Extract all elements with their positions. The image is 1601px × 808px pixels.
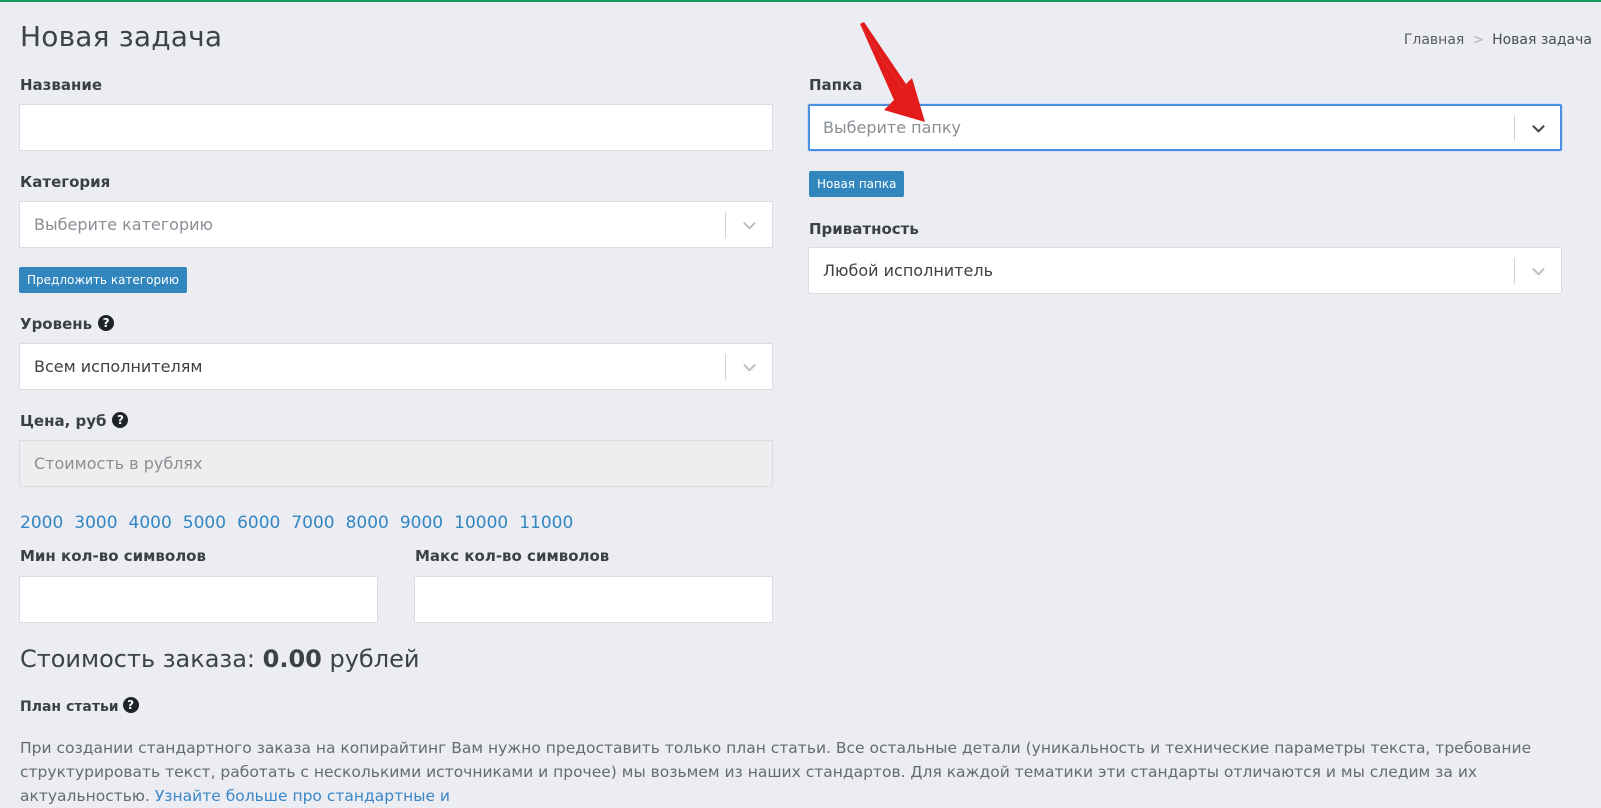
price-preset-link[interactable]: 5000 xyxy=(183,513,226,533)
breadcrumb: Главная > Новая задача xyxy=(1404,32,1592,48)
price-preset-link[interactable]: 4000 xyxy=(129,513,172,533)
price-placeholder: Стоимость в рублях xyxy=(34,454,203,473)
price-preset-link[interactable]: 7000 xyxy=(291,513,334,533)
breadcrumb-current: Новая задача xyxy=(1492,32,1592,48)
page-title: Новая задача xyxy=(20,20,223,53)
name-input[interactable] xyxy=(19,104,773,151)
order-total: Стоимость заказа: 0.00 рублей xyxy=(20,645,419,673)
max-chars-label: Макс кол-во символов xyxy=(415,547,610,565)
question-circle-icon[interactable]: ? xyxy=(98,314,115,331)
chevron-down-icon[interactable] xyxy=(1531,121,1546,136)
price-preset-link[interactable]: 8000 xyxy=(346,513,389,533)
select-divider xyxy=(725,354,726,380)
plan-label: План статьи? xyxy=(20,697,139,715)
price-preset-link[interactable]: 6000 xyxy=(237,513,280,533)
category-label: Категория xyxy=(20,173,111,191)
level-label: Уровень? xyxy=(20,314,115,333)
chevron-down-icon[interactable] xyxy=(742,218,757,233)
category-placeholder: Выберите категорию xyxy=(34,215,213,234)
breadcrumb-home-link[interactable]: Главная xyxy=(1404,32,1464,48)
price-label: Цена, руб? xyxy=(20,411,129,430)
plan-label-text: План статьи xyxy=(20,699,119,715)
privacy-value: Любой исполнитель xyxy=(823,261,993,280)
price-preset-link[interactable]: 3000 xyxy=(74,513,117,533)
price-preset-link[interactable]: 2000 xyxy=(20,513,63,533)
select-divider xyxy=(1514,258,1515,284)
breadcrumb-separator: > xyxy=(1472,32,1485,48)
category-select[interactable]: Выберите категорию xyxy=(19,201,773,248)
price-preset-link[interactable]: 9000 xyxy=(400,513,443,533)
total-amount: 0.00 xyxy=(262,645,322,673)
max-chars-input[interactable] xyxy=(414,576,773,623)
price-presets: 2000 3000 4000 5000 6000 7000 8000 9000 10000 110… xyxy=(20,513,584,533)
min-chars-label: Мин кол-во символов xyxy=(20,547,206,565)
price-input[interactable]: Стоимость в рублях xyxy=(19,440,773,487)
question-circle-icon[interactable]: ? xyxy=(122,697,139,713)
plan-description: При создании стандартного заказа на копи… xyxy=(20,736,1580,808)
price-preset-link[interactable]: 11000 xyxy=(519,513,573,533)
chevron-down-icon[interactable] xyxy=(1531,264,1546,279)
name-label: Название xyxy=(20,76,103,94)
price-label-text: Цена, руб xyxy=(20,412,107,430)
select-divider xyxy=(725,212,726,238)
level-value: Всем исполнителям xyxy=(34,357,203,376)
total-suffix: рублей xyxy=(329,645,420,673)
question-circle-icon[interactable]: ? xyxy=(112,411,129,428)
total-prefix: Стоимость заказа: xyxy=(20,645,255,673)
privacy-label: Приватность xyxy=(809,220,919,238)
price-preset-link[interactable]: 10000 xyxy=(454,513,508,533)
select-divider xyxy=(1514,115,1515,141)
new-folder-button[interactable]: Новая папка xyxy=(809,171,905,197)
privacy-select[interactable]: Любой исполнитель xyxy=(808,247,1562,294)
annotation-arrow-icon xyxy=(860,22,925,122)
min-chars-input[interactable] xyxy=(19,576,378,623)
suggest-category-button[interactable]: Предложить категорию xyxy=(19,267,187,293)
chevron-down-icon[interactable] xyxy=(742,360,757,375)
level-select[interactable]: Всем исполнителям xyxy=(19,343,773,390)
level-label-text: Уровень xyxy=(20,315,93,333)
